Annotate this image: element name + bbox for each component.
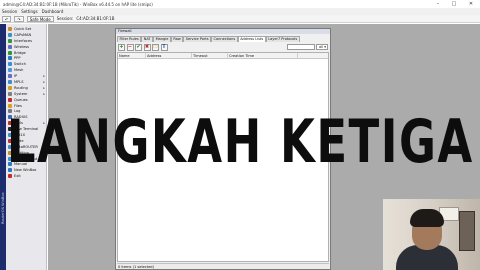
- table-header: Name Address Timeout Creation Time: [118, 53, 328, 59]
- queues-icon: [8, 97, 12, 102]
- menu-bar: Session Settings Dashboard: [0, 8, 480, 15]
- tab-nat[interactable]: NAT: [141, 36, 154, 42]
- session-label: Session:: [56, 16, 74, 21]
- find-input[interactable]: [287, 44, 315, 50]
- ppp-icon: [8, 56, 12, 61]
- menu-settings[interactable]: Settings: [21, 9, 37, 14]
- undo-icon[interactable]: ↶: [2, 15, 12, 22]
- column-header-address[interactable]: Address: [146, 53, 192, 59]
- capsman-icon: [8, 32, 12, 37]
- sidebar-item-label: Routing: [14, 85, 28, 90]
- tab-address-lists[interactable]: Address Lists: [237, 36, 266, 42]
- bridge-icon: [8, 50, 12, 55]
- safe-mode-button[interactable]: Safe Mode: [26, 15, 54, 22]
- mpls-icon: [8, 79, 12, 84]
- tab-filter-rules[interactable]: Filter Rules: [117, 36, 142, 42]
- ip-icon: [8, 74, 12, 79]
- quickset-icon: [8, 26, 12, 31]
- add-icon[interactable]: +: [118, 43, 125, 51]
- sidebar-item-label: Switch: [14, 62, 26, 67]
- sidebar-item-label: System: [14, 91, 28, 96]
- sidebar-item-label: Queues: [14, 97, 28, 102]
- remove-icon[interactable]: −: [126, 43, 134, 51]
- status-bar: 0 items (1 selected): [117, 263, 329, 269]
- tab-raw[interactable]: Raw: [170, 36, 184, 42]
- column-header-name[interactable]: Name: [118, 53, 146, 59]
- sidebar-item-label: IP: [14, 74, 18, 79]
- sidebar-item-label: Interfaces: [14, 38, 32, 43]
- mesh-icon: [8, 68, 12, 73]
- redo-icon[interactable]: ↷: [14, 15, 24, 22]
- chevron-right-icon: ▸: [43, 91, 45, 96]
- system-icon: [8, 91, 12, 96]
- sidebar-item-label: MPLS: [14, 79, 24, 84]
- main-toolbar: ↶ ↷ Safe Mode Session: C4:AD:34:B1:0F:1B: [0, 15, 480, 23]
- tab-service-ports[interactable]: Service Ports: [183, 36, 212, 42]
- sidebar-item-label: PPP: [14, 56, 21, 61]
- chevron-right-icon: ▸: [43, 74, 45, 79]
- sidebar-item-label: Wireless: [14, 44, 30, 49]
- switch-icon: [8, 62, 12, 67]
- menu-dashboard[interactable]: Dashboard: [42, 9, 64, 14]
- sidebar-item-label: Mesh: [14, 68, 24, 73]
- filter-icon[interactable]: T: [160, 43, 168, 51]
- chevron-right-icon: ▸: [43, 85, 45, 90]
- disable-icon[interactable]: ✖: [143, 43, 151, 51]
- session-value: C4:AD:34:B1:0F:1B: [76, 16, 115, 21]
- wireless-icon: [8, 44, 12, 49]
- column-header-creation-time[interactable]: Creation Time: [228, 53, 298, 59]
- sidebar-item-label: Quick Set: [14, 26, 32, 31]
- routing-icon: [8, 85, 12, 90]
- shelf: [459, 211, 475, 251]
- webcam-video: [383, 199, 480, 270]
- maximize-icon[interactable]: □: [448, 0, 460, 8]
- find-scope-select[interactable]: all ▾: [316, 44, 328, 50]
- firewall-window-title: Firewall: [116, 29, 330, 34]
- close-icon[interactable]: ✕: [465, 0, 477, 8]
- minimize-icon[interactable]: –: [432, 0, 444, 8]
- tab-layer7-protocols[interactable]: Layer7 Protocols: [265, 36, 300, 42]
- tab-connections[interactable]: Connections: [211, 36, 238, 42]
- comment-icon[interactable]: ▭: [152, 43, 159, 51]
- chevron-right-icon: ▸: [43, 79, 45, 84]
- interfaces-icon: [8, 38, 12, 43]
- sidebar-item-label: CAPsMAN: [14, 32, 32, 37]
- firewall-tabs: Filter Rules NAT Mangle Raw Service Ports Con…: [117, 36, 300, 42]
- caption-overlay: LANGKAH KETIGA: [0, 108, 480, 176]
- tab-mangle[interactable]: Mangle: [153, 36, 171, 42]
- sidebar-item-label: Bridge: [14, 50, 26, 55]
- person-hair: [410, 209, 444, 227]
- menu-session[interactable]: Session: [2, 9, 17, 14]
- enable-icon[interactable]: ✔: [135, 43, 142, 51]
- caption-text: LANGKAH KETIGA: [6, 107, 474, 177]
- column-header-timeout[interactable]: Timeout: [192, 53, 228, 59]
- window-title: admin@C4:AD:34:B1:0F:1B (MikroTik) - Win…: [3, 1, 153, 7]
- window-titlebar: admin@C4:AD:34:B1:0F:1B (MikroTik) - Win…: [0, 0, 480, 8]
- sidebar-brand-label: RouterOS WinBox: [1, 192, 5, 224]
